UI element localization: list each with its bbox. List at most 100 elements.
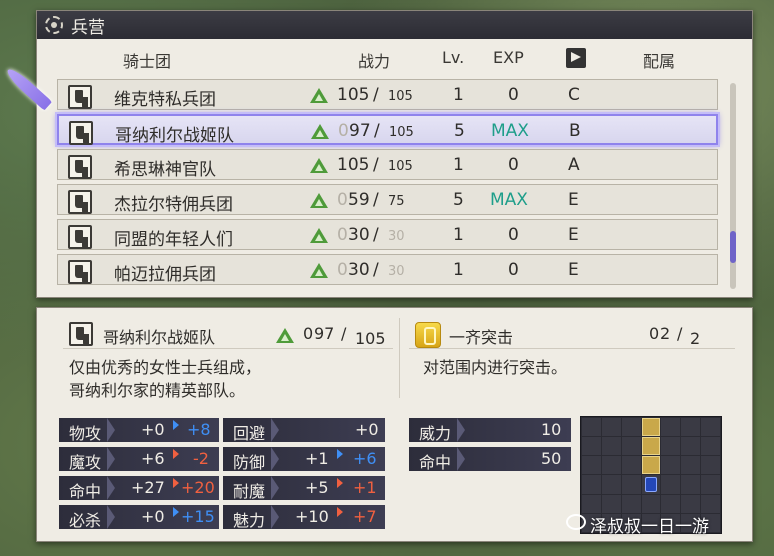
power-icon — [310, 158, 328, 173]
level: 5 — [453, 190, 464, 210]
stat-crit: 必杀 +0 +15 — [59, 505, 219, 530]
battalion-name: 帕迈拉佣兵团 — [114, 265, 216, 285]
battalion-name: 同盟的年轻人们 — [114, 230, 233, 250]
power-max: 105 — [388, 89, 413, 104]
power-max: 75 — [388, 194, 405, 209]
skill-uses-current: 2 — [660, 324, 671, 343]
arrow-up-icon — [173, 420, 179, 430]
rank: B — [569, 121, 581, 141]
wechat-icon — [566, 514, 586, 530]
power-lead: 0 — [337, 225, 348, 245]
battalion-name: 维克特私兵团 — [114, 90, 216, 110]
power-icon — [310, 263, 328, 278]
flag-icon — [566, 48, 586, 68]
battalion-row[interactable]: 希思琳神官队 105 / 105 1 0 A — [57, 149, 718, 180]
exp: 0 — [508, 260, 519, 280]
stat-atk: 物攻 +0 +8 — [59, 418, 219, 443]
battalion-row[interactable]: 维克特私兵团 105 / 105 1 0 C — [57, 79, 718, 110]
exp: MAX — [491, 121, 529, 141]
power-icon — [310, 193, 328, 208]
skill-uses-lead: 0 — [649, 324, 660, 343]
rank: E — [568, 190, 579, 210]
list-scrollbar[interactable] — [730, 83, 736, 289]
barracks-panel: 兵营 骑士团 战力 Lv. EXP 配属 维克特私兵团 105 / 105 1 … — [36, 10, 753, 298]
stat-hit: 命中 +27 +20 — [59, 476, 219, 501]
level: 1 — [453, 260, 464, 280]
header-belong: 配属 — [643, 52, 676, 71]
arrow-down-icon — [173, 449, 179, 459]
power-current: 97 — [349, 121, 371, 141]
rank: E — [568, 225, 579, 245]
arrow-down-icon — [337, 507, 343, 517]
power-icon — [311, 124, 329, 139]
arrow-down-icon — [337, 478, 343, 488]
skill-name: 一齐突击 — [449, 328, 514, 347]
rank: A — [568, 155, 580, 175]
stat-avo: 回避 +0 — [223, 418, 385, 443]
gambit-icon — [415, 322, 441, 348]
exp: 0 — [508, 155, 519, 175]
level: 1 — [453, 225, 464, 245]
skill-description: 对范围内进行突击。 — [423, 358, 568, 377]
power-current: 30 — [348, 225, 370, 245]
exp: MAX — [490, 190, 528, 210]
skill-uses-max: 2 — [690, 329, 701, 348]
level: 1 — [453, 155, 464, 175]
header-power: 战力 — [358, 52, 391, 71]
battalion-row[interactable]: 杰拉尔特佣兵团 0 59 / 75 5 MAX E — [57, 184, 718, 215]
boot-icon — [69, 121, 93, 145]
boot-icon — [68, 85, 92, 109]
power-icon — [310, 228, 328, 243]
stat-prot: 防御 +1 +6 — [223, 447, 385, 472]
boot-icon — [69, 322, 93, 346]
power-current: 105 — [337, 85, 370, 105]
power-max: 105 — [389, 125, 414, 140]
boot-icon — [68, 190, 92, 214]
power-lead: 0 — [337, 260, 348, 280]
gear-icon — [45, 16, 63, 34]
power-lead: 0 — [337, 190, 348, 210]
detail-power-max: 105 — [355, 329, 386, 348]
rank: E — [568, 260, 579, 280]
header-level: Lv. — [442, 48, 465, 67]
battalion-row[interactable]: 同盟的年轻人们 0 30 / 30 1 0 E — [57, 219, 718, 250]
detail-power-lead: 0 — [303, 324, 314, 343]
power-max: 30 — [388, 264, 405, 279]
arrow-up-icon — [337, 449, 343, 459]
boot-icon — [68, 225, 92, 249]
power-max: 105 — [388, 159, 413, 174]
arrow-up-icon — [173, 507, 179, 517]
exp: 0 — [508, 85, 519, 105]
boot-icon — [68, 260, 92, 284]
detail-power-current: 97 — [314, 324, 335, 343]
stat-cha: 魅力 +10 +7 — [223, 505, 385, 530]
stat-mag: 魔攻 +6 -2 — [59, 447, 219, 472]
skill-hit: 命中 50 — [409, 447, 571, 472]
boot-icon — [68, 155, 92, 179]
scroll-thumb[interactable] — [730, 231, 736, 263]
battalion-row[interactable]: 帕迈拉佣兵团 0 30 / 30 1 0 E — [57, 254, 718, 285]
power-lead: 0 — [338, 121, 349, 141]
unit-position-icon — [641, 475, 661, 494]
stat-rsl: 耐魔 +5 +1 — [223, 476, 385, 501]
header-exp: EXP — [493, 48, 524, 67]
power-current: 59 — [348, 190, 370, 210]
arrow-down-icon — [173, 478, 179, 488]
power-icon — [276, 328, 294, 343]
skill-might: 威力 10 — [409, 418, 571, 443]
column-headers: 骑士团 战力 Lv. EXP 配属 — [37, 43, 752, 73]
battalion-description: 仅由优秀的女性士兵组成， 哥纳利尔家的精英部队。 — [69, 358, 262, 400]
header-name: 骑士团 — [123, 52, 172, 71]
exp: 0 — [508, 225, 519, 245]
level: 1 — [453, 85, 464, 105]
power-current: 30 — [348, 260, 370, 280]
detail-battalion-name: 哥纳利尔战姬队 — [103, 328, 216, 347]
rank: C — [568, 85, 580, 105]
battalion-name: 杰拉尔特佣兵团 — [114, 195, 233, 215]
window-title: 兵营 — [71, 17, 105, 38]
battalion-list: 维克特私兵团 105 / 105 1 0 C 哥纳利尔战姬队 0 97 / 10… — [57, 79, 718, 289]
level: 5 — [454, 121, 465, 141]
battalion-name: 希思琳神官队 — [114, 160, 216, 180]
power-icon — [310, 88, 328, 103]
battalion-row-selected[interactable]: 哥纳利尔战姬队 0 97 / 105 5 MAX B — [57, 114, 718, 146]
